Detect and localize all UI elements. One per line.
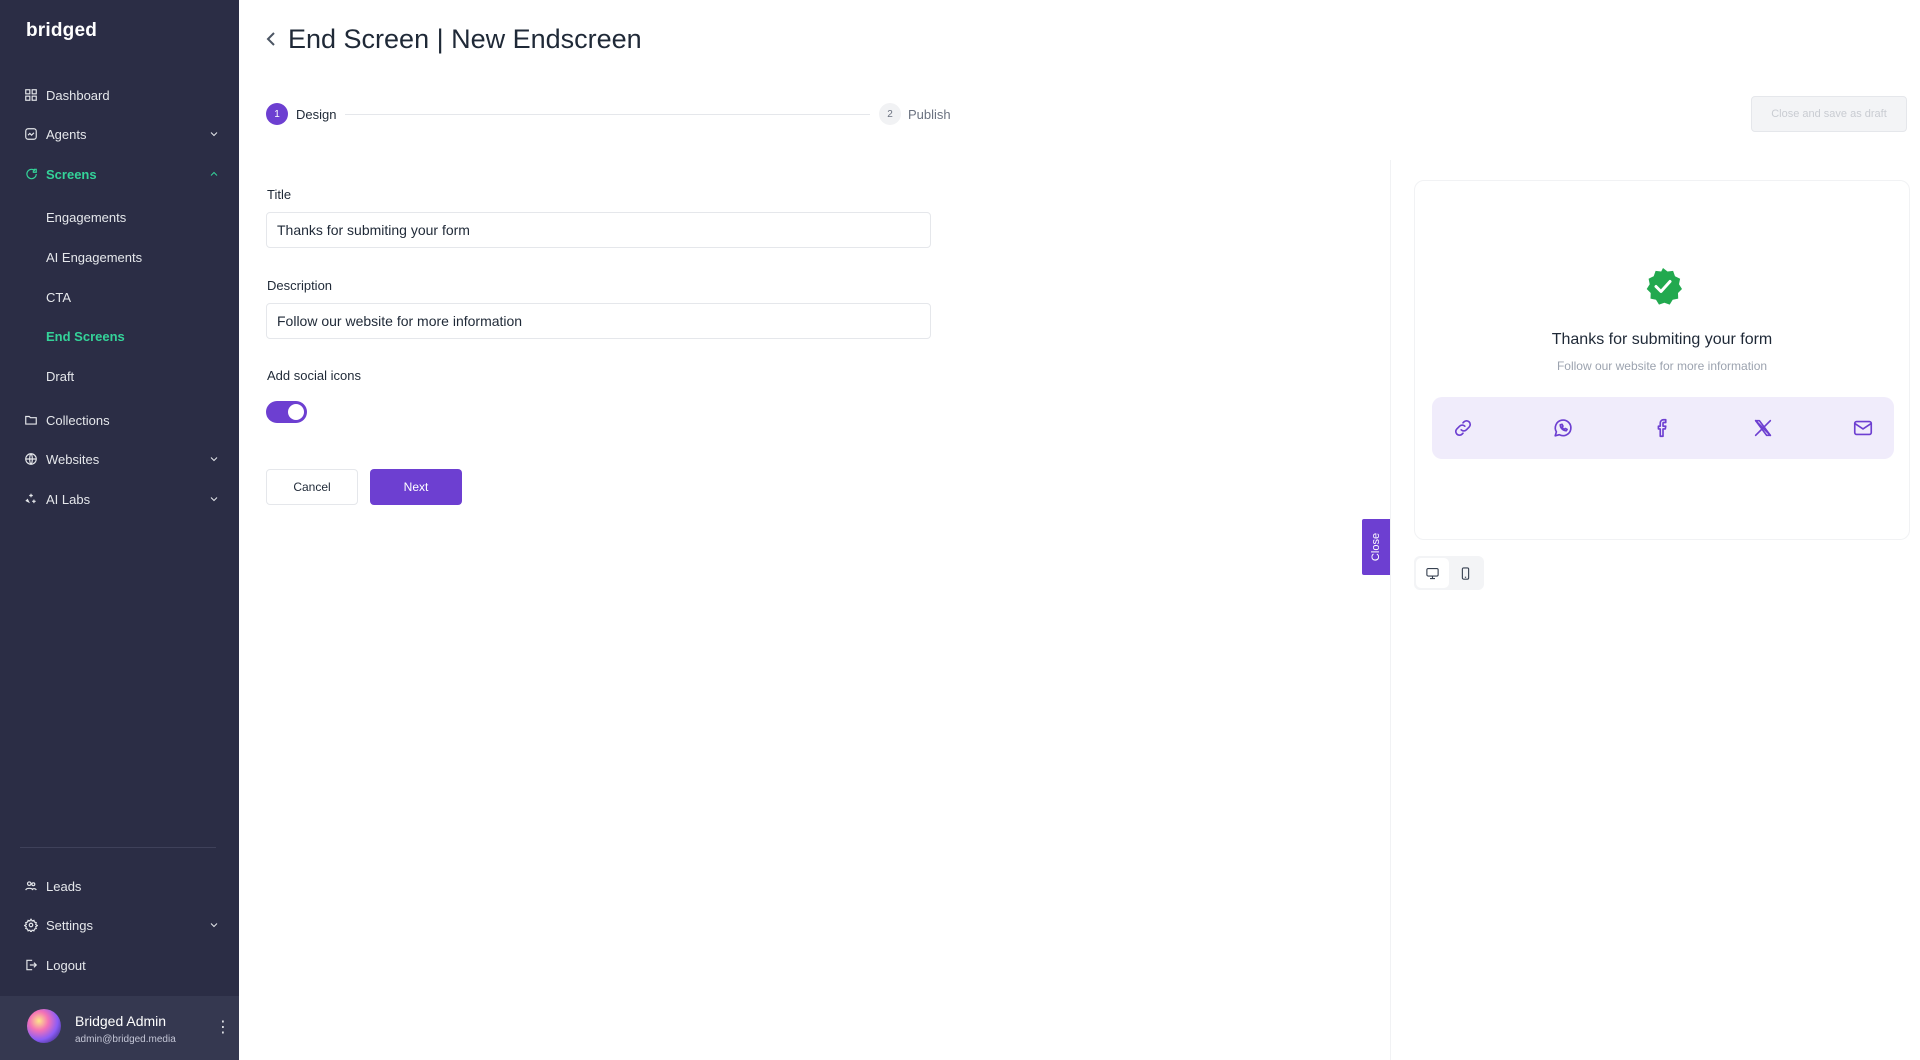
mobile-view-button[interactable] [1449,558,1482,588]
sidebar-item-label: Collections [46,412,110,428]
close-tab-label: Close [1370,532,1382,562]
next-button[interactable]: Next [370,469,462,505]
preview-card: Thanks for submiting your form Follow ou… [1414,180,1910,540]
sidebar-subitem-end-screens[interactable]: End Screens [46,326,125,346]
logo[interactable]: bridged [26,20,97,42]
preview-description: Follow our website for more information [1556,359,1768,373]
sidebar-item-ai-labs[interactable]: AI Labs [24,487,220,511]
preview-title: Thanks for submiting your form [1551,331,1773,348]
user-panel[interactable]: Bridged Admin admin@bridged.media ⋮ [0,996,239,1060]
stepper-connector [345,114,870,115]
step-1-label: Design [296,107,337,122]
page-title: End Screen | New Endscreen [288,24,642,54]
whatsapp-icon[interactable] [1550,415,1576,441]
chevron-down-icon[interactable] [208,919,220,931]
desktop-icon [1425,566,1440,581]
gear-icon [24,918,38,932]
logout-icon [24,958,38,972]
sidebar: bridged Dashboard Agents Screens Engagem… [0,0,239,1060]
sidebar-item-agents[interactable]: Agents [24,122,220,146]
social-icons-toggle[interactable] [266,401,307,423]
x-icon[interactable] [1750,415,1776,441]
sidebar-item-label: Websites [46,451,100,467]
sidebar-subitem-cta[interactable]: CTA [46,287,71,307]
mobile-icon [1458,566,1473,581]
description-input[interactable] [266,303,931,339]
social-icons-label: Add social icons [267,368,361,383]
social-icons-bar [1432,397,1894,459]
chevron-down-icon[interactable] [208,493,220,505]
close-preview-tab[interactable]: Close [1362,519,1390,575]
more-options-icon[interactable]: ⋮ [215,1018,231,1038]
description-label: Description [267,278,333,293]
step-2-label: Publish [908,107,951,122]
title-input[interactable] [266,212,931,248]
device-toggle [1414,556,1484,590]
globe-icon [24,452,38,466]
link-icon[interactable] [1450,415,1476,441]
sidebar-item-logout[interactable]: Logout [24,953,220,977]
close-save-draft-button[interactable]: Close and save as draft [1751,96,1907,132]
sidebar-item-dashboard[interactable]: Dashboard [24,83,220,107]
sparkle-icon [24,492,38,506]
user-email: admin@bridged.media [75,1034,176,1045]
sidebar-subitem-engagements[interactable]: Engagements [46,207,126,227]
panel-divider [1390,160,1391,1060]
sidebar-item-collections[interactable]: Collections [24,408,220,432]
verified-badge-icon [1643,266,1683,306]
screen-icon [24,167,38,181]
chevron-down-icon[interactable] [208,453,220,465]
back-arrow-icon[interactable] [264,29,278,49]
sidebar-item-label: Settings [46,917,93,933]
sidebar-divider [20,847,216,848]
mail-icon[interactable] [1850,415,1876,441]
sidebar-item-label: Leads [46,878,82,894]
cancel-button[interactable]: Cancel [266,469,358,505]
sidebar-item-screens[interactable]: Screens [24,162,220,186]
sidebar-item-websites[interactable]: Websites [24,447,220,471]
sidebar-item-label: Dashboard [46,87,110,103]
step-2-indicator: 2 [879,103,901,125]
sidebar-item-label: Logout [46,957,86,973]
toggle-knob [288,404,304,420]
folder-icon [24,413,38,427]
title-label: Title [267,187,292,202]
sidebar-item-label: Screens [46,166,97,182]
sidebar-item-label: AI Labs [46,491,91,507]
chevron-up-icon[interactable] [208,168,220,180]
chevron-down-icon[interactable] [208,128,220,140]
sidebar-item-label: Agents [46,126,87,142]
desktop-view-button[interactable] [1416,558,1449,588]
sidebar-item-settings[interactable]: Settings [24,913,220,937]
agent-icon [24,127,38,141]
sidebar-subitem-ai-engagements[interactable]: AI Engagements [46,247,142,267]
sidebar-subitem-draft[interactable]: Draft [46,366,74,386]
users-icon [24,879,38,893]
avatar [27,1009,61,1043]
facebook-icon[interactable] [1650,415,1676,441]
user-name: Bridged Admin [75,1013,167,1029]
grid-icon [24,88,38,102]
sidebar-item-leads[interactable]: Leads [24,874,220,898]
step-1-indicator: 1 [266,103,288,125]
